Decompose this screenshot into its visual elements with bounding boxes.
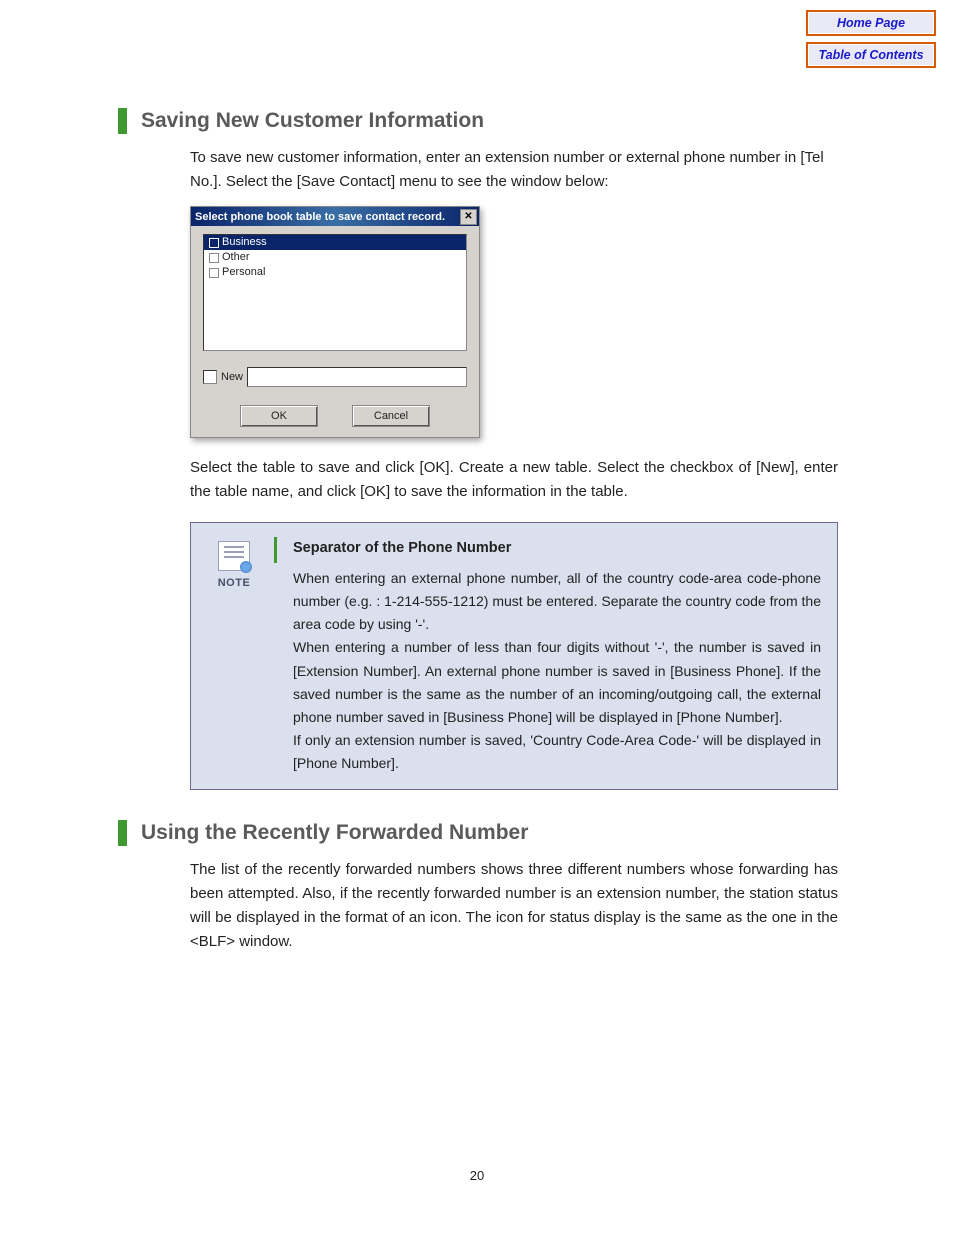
- dialog-body: Business Other Personal New OK Cancel: [191, 226, 479, 437]
- note-paragraph-2: When entering a number of less than four…: [293, 636, 821, 728]
- dialog-buttons: OK Cancel: [203, 405, 467, 427]
- forwarded-paragraph: The list of the recently forwarded numbe…: [190, 858, 838, 954]
- after-dialog-paragraph: Select the table to save and click [OK].…: [190, 456, 838, 504]
- list-item-personal[interactable]: Personal: [204, 265, 466, 280]
- note-label: NOTE: [218, 577, 251, 589]
- note-heading: Separator of the Phone Number: [293, 537, 821, 561]
- cancel-button[interactable]: Cancel: [352, 405, 430, 427]
- new-label: New: [221, 371, 243, 383]
- new-row: New: [203, 367, 467, 387]
- note-divider: [274, 537, 277, 563]
- table-of-contents-button[interactable]: Table of Contents: [806, 42, 936, 68]
- list-item-other[interactable]: Other: [204, 250, 466, 265]
- page-content: Saving New Customer Information To save …: [118, 108, 838, 966]
- note-paragraph-3: If only an extension number is saved, 'C…: [293, 729, 821, 775]
- nav-buttons: Home Page Table of Contents: [806, 10, 936, 68]
- list-item-business[interactable]: Business: [204, 235, 466, 250]
- new-checkbox[interactable]: [203, 370, 217, 384]
- new-table-input[interactable]: [247, 367, 467, 387]
- section-heading-saving: Saving New Customer Information: [118, 108, 838, 134]
- page-number: 20: [0, 1168, 954, 1183]
- dialog-title: Select phone book table to save contact …: [195, 211, 445, 223]
- home-page-button[interactable]: Home Page: [806, 10, 936, 36]
- note-box: NOTE Separator of the Phone Number When …: [190, 522, 838, 790]
- close-icon[interactable]: ✕: [460, 209, 477, 225]
- phonebook-listbox[interactable]: Business Other Personal: [203, 234, 467, 351]
- section-heading-forwarded: Using the Recently Forwarded Number: [118, 820, 838, 846]
- note-content: Separator of the Phone Number When enter…: [277, 537, 821, 775]
- note-paragraph-1: When entering an external phone number, …: [293, 567, 821, 636]
- ok-button[interactable]: OK: [240, 405, 318, 427]
- note-icon: [218, 541, 250, 571]
- dialog-titlebar: Select phone book table to save contact …: [191, 207, 479, 226]
- intro-paragraph: To save new customer information, enter …: [190, 146, 838, 194]
- section-2: Using the Recently Forwarded Number The …: [118, 820, 838, 954]
- note-left: NOTE: [191, 537, 277, 775]
- save-contact-dialog: Select phone book table to save contact …: [190, 206, 480, 438]
